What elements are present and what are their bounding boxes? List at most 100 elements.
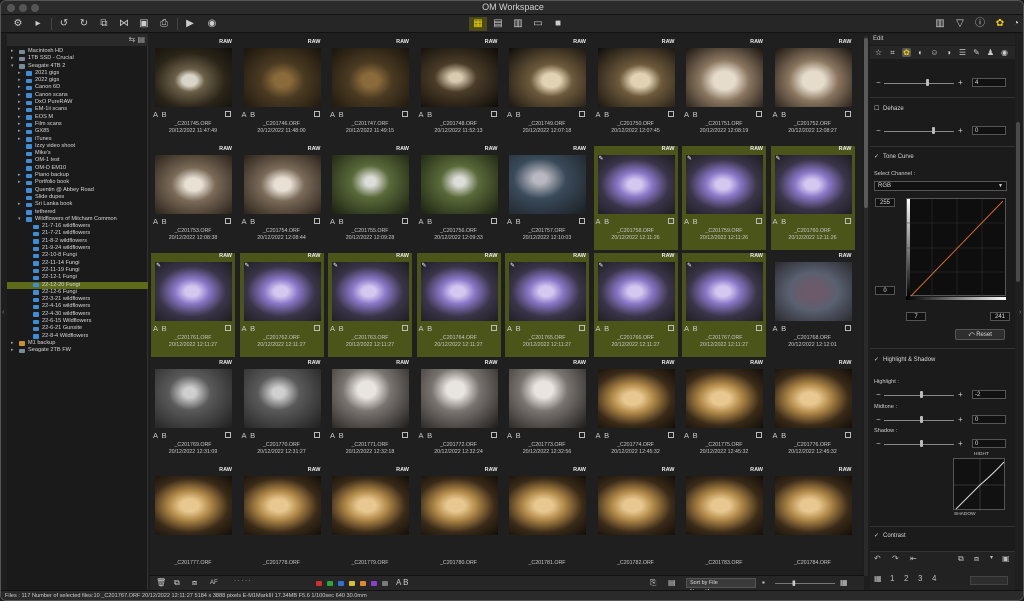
undo-icon[interactable]: ↶ — [874, 554, 881, 563]
photo-thumbnail[interactable] — [155, 48, 232, 107]
af-label[interactable]: AF — [210, 580, 218, 586]
highlight-value[interactable]: -2 — [972, 390, 1006, 399]
midtone-value[interactable]: 0 — [972, 415, 1006, 424]
large-thumbs-icon[interactable]: ▦ — [840, 578, 848, 587]
thumbnail-cell[interactable]: RAW ✎ A B 20/12/2022 12:11:26 _C201759.ORF — [682, 146, 766, 250]
folder-tree-item[interactable]: ▸ DxO PureRAW — [7, 99, 148, 106]
folder-tree-item[interactable]: 21-7-21 wildflowers — [7, 230, 148, 237]
info-icon[interactable]: ⓘ — [971, 17, 989, 31]
thumbnail-checkbox[interactable] — [402, 111, 408, 117]
photo-thumbnail[interactable] — [597, 476, 675, 535]
folder-tree-item[interactable]: ▸ Canon scans — [7, 92, 148, 99]
folder-tree-item[interactable]: Quentin @ Abbey Road — [7, 187, 148, 194]
thumbnail-checkbox[interactable] — [756, 111, 762, 117]
ab-compare-label[interactable]: A B — [684, 431, 699, 440]
camera-icon[interactable]: ◉ — [203, 17, 221, 31]
photo-thumbnail[interactable] — [332, 48, 409, 107]
thumbnail-checkbox[interactable] — [402, 432, 408, 438]
disclosure-triangle-icon[interactable]: ▸ — [11, 347, 14, 354]
disclosure-triangle-icon[interactable]: ▸ — [18, 136, 21, 143]
ab-compare-label[interactable]: A B — [419, 217, 434, 226]
disclosure-triangle-icon[interactable]: ▸ — [18, 172, 21, 179]
ab-compare-label[interactable]: A B — [773, 431, 788, 440]
channel-select[interactable]: RGB ▼ — [874, 181, 1007, 191]
folder-tree-item[interactable]: 22-12-1 Fungi — [7, 274, 148, 281]
ab-compare-label[interactable]: A B — [330, 324, 345, 333]
color-label-swatch[interactable] — [327, 581, 333, 586]
thumbnail-checkbox[interactable] — [667, 432, 674, 438]
thumbnail-checkbox[interactable] — [402, 325, 408, 331]
crop-tool-icon[interactable]: ▣ — [135, 17, 153, 31]
folder-tree-item[interactable]: OM-1 test — [7, 157, 148, 164]
thumbnail-checkbox[interactable] — [756, 218, 762, 224]
copy-settings-icon[interactable]: ⧉ — [958, 554, 964, 564]
thumbnail-cell[interactable]: RAW A B 20/12/2022 12:32:18 _C201771.ORF — [328, 360, 412, 464]
compare-icon[interactable]: ⧉ — [95, 17, 113, 31]
folder-tree-item[interactable]: 22-3-21 wildflowers — [7, 296, 148, 303]
small-thumbs-icon[interactable]: ▪ — [762, 578, 765, 587]
thumbnail-checkbox[interactable] — [313, 111, 320, 117]
thumbnail-checkbox[interactable] — [402, 218, 408, 224]
sliders-icon[interactable]: ☰ — [958, 48, 967, 57]
midtone-knob[interactable] — [920, 416, 923, 423]
tone-curve-checkbox[interactable]: ✓ — [874, 154, 880, 160]
disclosure-triangle-icon[interactable]: ▸ — [18, 201, 21, 208]
paste-icon[interactable]: ⧈ — [192, 578, 197, 588]
thumbnail-checkbox[interactable] — [844, 218, 851, 224]
thumbnail-cell[interactable]: RAW ✎ A B 20/12/2022 12:11:27 _C201761.ORF — [151, 253, 235, 357]
highlight-decrease-icon[interactable]: − — [876, 390, 881, 399]
folder-tree-item[interactable]: Slide dupes — [7, 194, 148, 201]
folder-tree-item[interactable]: ▸ 2022 gigs — [7, 77, 148, 84]
folder-tree-item[interactable]: 21-8-2 wildflowers — [7, 238, 148, 245]
thumbnail-checkbox[interactable] — [225, 111, 231, 117]
preset-3[interactable]: 3 — [918, 574, 922, 583]
contrast-checkbox[interactable]: ✓ — [874, 533, 880, 539]
thumbnail-checkbox[interactable] — [225, 218, 231, 224]
thumbnail-cell[interactable]: RAW ✎ A B 20/12/2022 12:11:26 _C201760.ORF — [770, 146, 855, 250]
copy-icon[interactable]: ⧉ — [174, 578, 180, 588]
thumbnail-cell[interactable]: RAW A B 20/12/2022 11:48:00 _C201746.ORF — [240, 39, 324, 143]
photo-thumbnail[interactable] — [420, 155, 498, 214]
folder-tree-item[interactable]: ▸ Seagate 2TB FW — [7, 347, 148, 354]
photo-thumbnail[interactable] — [509, 369, 586, 428]
photo-thumbnail[interactable] — [597, 48, 675, 107]
thumbnail-checkbox[interactable] — [844, 111, 851, 117]
thumbnail-cell[interactable]: RAW A B 20/12/2022 12:09:28 _C201755.ORF — [328, 146, 412, 250]
thumbnail-checkbox[interactable] — [313, 432, 320, 438]
disclosure-triangle-icon[interactable]: ▸ — [18, 77, 21, 84]
thumbnail-checkbox[interactable] — [579, 432, 585, 438]
compare-icon[interactable]: ◐ — [916, 48, 925, 57]
curve-left-input[interactable]: 0 — [875, 286, 895, 295]
ab-compare-label[interactable]: A B — [242, 431, 257, 440]
photo-thumbnail[interactable] — [774, 262, 852, 321]
folder-tree-item[interactable]: 22-6-21 Gunsite — [7, 325, 148, 332]
collapse-right-icon[interactable]: › — [1019, 309, 1021, 316]
shadow-decrease-icon[interactable]: − — [876, 439, 881, 448]
film-strip-icon[interactable]: ▥ — [509, 17, 527, 31]
thumbnail-cell[interactable]: RAW _C201779.ORF — [328, 467, 412, 571]
photo-thumbnail[interactable]: ✎ — [597, 262, 675, 321]
folder-tree-item[interactable]: ▸ 1TB SSD - Crucial — [7, 55, 148, 62]
photo-thumbnail[interactable] — [332, 369, 409, 428]
thumbnail-cell[interactable]: RAW A B 20/12/2022 11:47:49 _C201745.ORF — [151, 39, 235, 143]
face-icon[interactable]: ☺ — [930, 48, 939, 57]
photo-thumbnail[interactable]: ✎ — [332, 262, 409, 321]
disclosure-triangle-icon[interactable]: ▸ — [18, 114, 21, 121]
thumb-size-knob[interactable]: ▮ — [792, 579, 796, 587]
ab-compare-label[interactable]: A B — [242, 324, 257, 333]
thumbnail-checkbox[interactable] — [313, 325, 320, 331]
paste-settings-icon[interactable]: ⧈ — [974, 554, 979, 564]
thumbnail-cell[interactable]: RAW _C201781.ORF — [505, 467, 589, 571]
thumbnail-cell[interactable]: RAW A B 20/12/2022 12:32:24 _C201772.ORF — [417, 360, 501, 464]
folder-tree-item[interactable]: 22-4-30 wildflowers — [7, 311, 148, 318]
highlight-increase-icon[interactable]: + — [958, 390, 963, 399]
thumb-size-slider[interactable] — [775, 583, 835, 584]
folder-tree-item[interactable]: ▸ Macintosh HD — [7, 48, 148, 55]
stamp-icon[interactable]: ♟ — [986, 48, 995, 57]
folder-tree-item[interactable]: 21-9-24 wildflowers — [7, 245, 148, 252]
ab-compare-label[interactable]: A B — [153, 324, 168, 333]
photo-thumbnail[interactable] — [509, 476, 586, 535]
thumbnail-cell[interactable]: RAW A B 20/12/2022 12:45:32 _C201775.ORF — [682, 360, 766, 464]
thumbnail-checkbox[interactable] — [579, 325, 585, 331]
sort-select[interactable]: Sort by File Name(Ascen... — [686, 578, 756, 595]
